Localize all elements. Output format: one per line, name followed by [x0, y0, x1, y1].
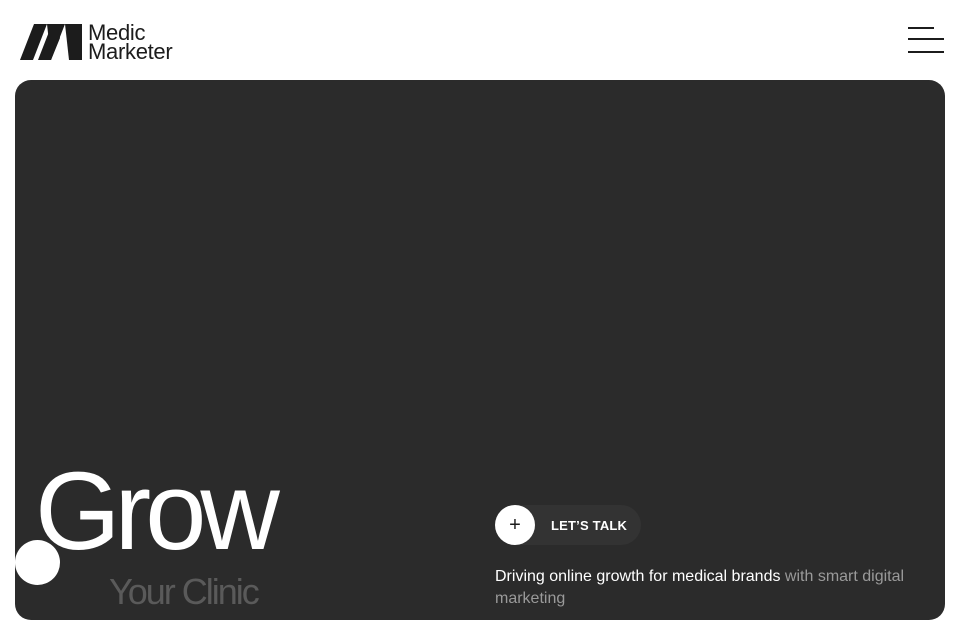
hamburger-menu-icon[interactable]: [906, 24, 946, 56]
logo-text: Medic Marketer: [88, 22, 173, 64]
logo[interactable]: Medic Marketer: [20, 22, 173, 64]
menu-line-middle: [908, 38, 944, 40]
hero-subheadline: Your Clinic: [109, 571, 260, 612]
logo-line-2: Marketer: [88, 39, 173, 64]
lets-talk-button[interactable]: + LET’S TALK: [495, 505, 642, 545]
site-header: Medic Marketer: [0, 0, 960, 80]
lets-talk-label: LET’S TALK: [551, 517, 628, 533]
medic-marketer-logo-icon: [20, 24, 82, 60]
cursor-dot: [15, 540, 60, 585]
hero-section: Grow Your Clinic + LET’S TALK Driving on…: [15, 80, 945, 620]
menu-line-top: [908, 27, 934, 29]
tagline-strong: Driving online growth for medical brands: [495, 568, 781, 585]
menu-line-bottom: [908, 51, 944, 53]
hero-tagline: Driving online growth for medical brands…: [495, 566, 915, 610]
plus-icon: +: [495, 505, 535, 545]
hero-headline: Grow: [35, 450, 280, 573]
